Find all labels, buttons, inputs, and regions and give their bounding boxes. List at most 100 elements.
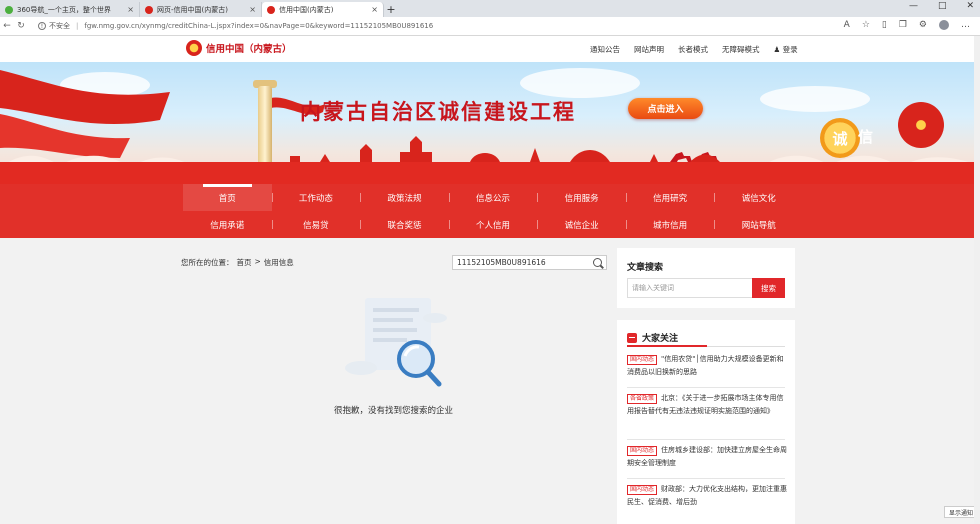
breadcrumb: 您所在的位置： 首页 > 信用信息	[181, 257, 294, 268]
focus-title: 大家关注	[642, 334, 679, 344]
tab-title: 信用中国(内蒙古)	[279, 5, 334, 14]
link-accessibility[interactable]: 无障碍模式	[722, 44, 760, 55]
new-tab-button[interactable]: +	[384, 2, 398, 17]
divider	[627, 439, 785, 440]
address-bar: ← ↻ ! 不安全 | fgw.nmg.gov.cn/xynmg/creditC…	[0, 17, 980, 36]
close-icon[interactable]: ×	[371, 5, 378, 14]
tab-title: 360导航_一个主页，整个世界	[17, 5, 111, 14]
security-label: 不安全	[49, 22, 70, 30]
national-emblem-icon	[186, 40, 202, 56]
nav-item-policies[interactable]: 政策法规	[360, 184, 449, 211]
tab-favicon-icon	[267, 5, 275, 14]
party-emblem-icon	[898, 102, 944, 148]
search-button[interactable]: 搜索	[752, 278, 785, 298]
tab-title: 网页-信用中国(内蒙古)	[157, 5, 228, 14]
hero-banner: 内蒙古自治区诚信建设工程 点击进入 诚 信	[0, 62, 980, 184]
minimize-button[interactable]: —	[909, 1, 918, 11]
search-value: 11152105MB0U891616	[457, 258, 546, 267]
news-item[interactable]: 国内动态 住房城乡建设部：加快建立房屋全生命周期安全管理制度	[627, 444, 787, 470]
url-field[interactable]: fgw.nmg.gov.cn/xynmg/creditChina-L.jspx?…	[84, 22, 433, 30]
news-item[interactable]: 国内动态 "信用农贷"│信用助力大规模设备更新和消费品以旧换新的思路	[627, 353, 787, 379]
breadcrumb-current: 信用信息	[263, 258, 294, 267]
breadcrumb-separator: >	[254, 257, 261, 266]
close-window-button[interactable]: ✕	[966, 1, 974, 11]
nav-item-city-credit[interactable]: 城市信用	[625, 211, 715, 238]
main-navigation: 首页 工作动态 政策法规 信息公示 信用服务 信用研究 诚信文化 信用承诺 信易…	[0, 184, 980, 238]
read-aloud-icon[interactable]: A	[844, 20, 850, 30]
reload-icon[interactable]: ↻	[14, 21, 28, 31]
profile-avatar[interactable]	[939, 20, 949, 30]
nav-item-credit-service[interactable]: 信用服务	[537, 184, 626, 211]
user-icon: ♟	[773, 45, 781, 54]
warning-icon: !	[38, 22, 46, 30]
tab-favicon-icon	[5, 5, 13, 14]
nav-item-home[interactable]: 首页	[183, 184, 272, 211]
integrity-badge-text: 信	[858, 128, 874, 146]
nav-item-credit-commitment[interactable]: 信用承诺	[183, 211, 272, 238]
keyword-input[interactable]: 请输入关键词	[627, 278, 753, 298]
browser-toolbar: A ☆ ▯ ❐ ⚙ …	[844, 20, 970, 30]
focus-header: 大家关注	[627, 331, 678, 344]
breadcrumb-prefix: 您所在的位置：	[181, 258, 234, 267]
divider: |	[76, 22, 79, 30]
empty-result-illustration	[345, 298, 447, 387]
maximize-button[interactable]: □	[938, 1, 947, 11]
divider	[627, 345, 785, 347]
news-item[interactable]: 国内动态 财政部：大力优化支出结构，更加注重惠民生、促消费、增后劲	[627, 483, 787, 509]
nav-row-primary: 首页 工作动态 政策法规 信息公示 信用服务 信用研究 诚信文化	[183, 184, 803, 211]
nav-item-joint-rewards[interactable]: 联合奖惩	[360, 211, 449, 238]
news-icon	[627, 332, 637, 343]
divider	[627, 387, 785, 388]
focus-news-panel: 大家关注 国内动态 "信用农贷"│信用助力大规模设备更新和消费品以旧换新的思路 各…	[617, 320, 795, 524]
nav-item-integrity-enterprise[interactable]: 诚信企业	[537, 211, 626, 238]
window-controls: — □ ✕	[909, 1, 974, 11]
nav-item-site-nav[interactable]: 网站导航	[714, 211, 803, 238]
nav-row-secondary: 信用承诺 信易贷 联合奖惩 个人信用 诚信企业 城市信用 网站导航	[183, 211, 803, 238]
top-links: 通知公告 网站声明 长者模式 无障碍模式 ♟ 登录	[590, 44, 798, 55]
close-icon[interactable]: ×	[249, 5, 256, 14]
nav-item-personal-credit[interactable]: 个人信用	[448, 211, 538, 238]
banner-title: 内蒙古自治区诚信建设工程	[300, 99, 576, 124]
extensions-icon[interactable]: ⚙	[919, 20, 927, 30]
page-scrollbar[interactable]	[974, 36, 980, 524]
link-elder-mode[interactable]: 长者模式	[678, 44, 708, 55]
close-icon[interactable]: ×	[127, 5, 134, 14]
browser-tab-active[interactable]: 信用中国(内蒙古) ×	[262, 2, 384, 17]
browser-tab[interactable]: 360导航_一个主页，整个世界 ×	[0, 2, 140, 17]
article-search-title: 文章搜索	[627, 263, 664, 273]
nav-item-credit-research[interactable]: 信用研究	[625, 184, 715, 211]
nav-item-info-disclosure[interactable]: 信息公示	[448, 184, 538, 211]
news-tag: 国内动态	[627, 355, 658, 365]
show-notice-button[interactable]: 显示通知	[944, 506, 978, 518]
search-icon[interactable]	[593, 258, 602, 267]
favorite-icon[interactable]: ☆	[862, 20, 870, 30]
main-content: 您所在的位置： 首页 > 信用信息 11152105MB0U891616 很抱歉…	[0, 238, 980, 524]
collections-icon[interactable]: ❐	[899, 20, 907, 30]
cloud-decoration	[760, 86, 870, 112]
back-icon[interactable]: ←	[0, 21, 14, 31]
enterprise-search-input[interactable]: 11152105MB0U891616	[452, 255, 607, 270]
tab-favicon-icon	[145, 5, 153, 14]
site-header: 信用中国（内蒙古） 通知公告 网站声明 长者模式 无障碍模式 ♟ 登录	[0, 36, 980, 62]
nav-item-credit-loan[interactable]: 信易贷	[271, 211, 361, 238]
browser-tab[interactable]: 网页-信用中国(内蒙古) ×	[140, 2, 262, 17]
news-item[interactable]: 各省政策 北京：《关于进一步拓展市场主体专用信用报告替代有无违法违规证明实施范围的…	[627, 392, 787, 418]
split-icon[interactable]: ▯	[882, 20, 887, 30]
security-indicator[interactable]: ! 不安全	[38, 21, 70, 31]
link-notices[interactable]: 通知公告	[590, 44, 620, 55]
nav-item-work-news[interactable]: 工作动态	[271, 184, 361, 211]
news-tag: 国内动态	[627, 446, 658, 456]
more-icon[interactable]: …	[961, 20, 970, 30]
news-tag: 各省政策	[627, 394, 658, 404]
enter-button[interactable]: 点击进入	[628, 98, 703, 119]
login-label: 登录	[782, 45, 798, 54]
breadcrumb-home-link[interactable]: 首页	[237, 257, 252, 268]
article-search-panel: 文章搜索 请输入关键词 搜索	[617, 248, 795, 308]
site-logo[interactable]: 信用中国（内蒙古）	[186, 40, 292, 56]
nav-item-integrity-culture[interactable]: 诚信文化	[714, 184, 803, 211]
page-root: 360导航_一个主页，整个世界 × 网页-信用中国(内蒙古) × 信用中国(内蒙…	[0, 0, 980, 524]
login-link[interactable]: ♟ 登录	[774, 44, 798, 55]
divider	[627, 478, 785, 479]
empty-result-message: 很抱歉，没有找到您搜索的企业	[333, 406, 453, 416]
link-statement[interactable]: 网站声明	[634, 44, 664, 55]
